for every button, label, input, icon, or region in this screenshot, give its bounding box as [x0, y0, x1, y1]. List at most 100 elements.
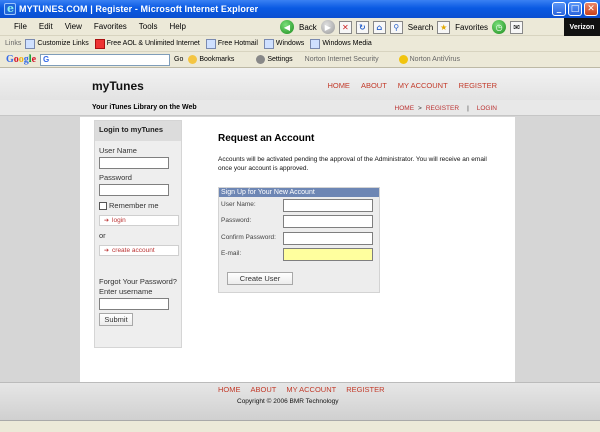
- create-account-label: create account: [112, 247, 155, 254]
- link-windows[interactable]: Windows: [263, 38, 305, 49]
- refresh-icon[interactable]: ↻: [355, 20, 369, 34]
- favorites-star-icon[interactable]: ★: [437, 20, 451, 34]
- forgot-username-input[interactable]: [99, 298, 169, 310]
- google-g-icon: G: [43, 55, 50, 64]
- link-aol[interactable]: Free AOL & Unlimited Internet: [94, 38, 200, 49]
- content-area: Login to myTunes User Name Password Reme…: [80, 117, 515, 382]
- bookmarks-button[interactable]: Bookmarks: [188, 55, 234, 64]
- breadcrumb-home[interactable]: HOME: [395, 105, 415, 112]
- links-bar: Links Customize Links Free AOL & Unlimit…: [0, 36, 600, 52]
- settings-label: Settings: [267, 56, 293, 63]
- link-customize[interactable]: Customize Links: [25, 38, 89, 49]
- footer-register[interactable]: REGISTER: [346, 385, 384, 394]
- status-bar: [0, 420, 600, 432]
- menu-favorites[interactable]: Favorites: [88, 22, 133, 31]
- signup-password-input[interactable]: [283, 215, 373, 228]
- login-button-label: login: [112, 217, 126, 224]
- remember-me-checkbox[interactable]: Remember me: [99, 201, 159, 210]
- signup-username-input[interactable]: [283, 199, 373, 212]
- norton-security-button[interactable]: Norton Internet Security: [305, 56, 379, 63]
- username-label: User Name: [99, 146, 137, 155]
- menu-edit[interactable]: Edit: [33, 22, 59, 31]
- link-label: Customize Links: [37, 40, 89, 47]
- enter-username-label: Enter username: [99, 287, 153, 296]
- link-hotmail[interactable]: Free Hotmail: [205, 38, 258, 49]
- signup-confirm-password-input[interactable]: [283, 232, 373, 245]
- breadcrumb-register[interactable]: REGISTER: [426, 105, 459, 112]
- forward-arrow-icon[interactable]: ▶: [320, 20, 335, 34]
- link-label: Windows: [275, 40, 305, 47]
- top-navigation: HOME ABOUT MY ACCOUNT REGISTER: [327, 81, 497, 90]
- signup-email-input[interactable]: [283, 248, 373, 261]
- login-button[interactable]: ➔ login: [99, 215, 179, 226]
- window-controls: _ □ ✕: [552, 2, 598, 16]
- menu-view[interactable]: View: [59, 22, 88, 31]
- search-icon[interactable]: ⚲: [389, 20, 403, 34]
- password-label: Password: [99, 173, 132, 182]
- nav-about[interactable]: ABOUT: [361, 81, 387, 90]
- su-email-label: E-mail:: [221, 250, 242, 257]
- menu-list: File Edit View Favorites Tools Help: [0, 22, 192, 31]
- page-icon: [310, 38, 321, 49]
- nav-register[interactable]: REGISTER: [459, 81, 497, 90]
- submit-button-label: Submit: [104, 315, 128, 324]
- nav-my-account[interactable]: MY ACCOUNT: [398, 81, 448, 90]
- submit-button[interactable]: Submit: [99, 313, 133, 326]
- back-button[interactable]: Back: [299, 23, 317, 32]
- su-username-label: User Name:: [221, 201, 256, 208]
- window-title: MYTUNES.COM | Register - Microsoft Inter…: [19, 4, 259, 14]
- history-icon[interactable]: ◷: [492, 20, 507, 34]
- home-icon[interactable]: ⌂: [372, 20, 386, 34]
- login-title: Login to myTunes: [95, 121, 181, 141]
- link-windows-media[interactable]: Windows Media: [310, 38, 372, 49]
- footer-about[interactable]: ABOUT: [251, 385, 277, 394]
- breadcrumb: HOME > REGISTER | LOGIN: [395, 105, 497, 112]
- settings-button[interactable]: Settings: [256, 55, 293, 64]
- register-title: Request an Account: [218, 133, 315, 144]
- maximize-button[interactable]: □: [568, 2, 582, 16]
- copyright-text: Copyright © 2006 BMR Technology: [237, 398, 339, 405]
- login-username-input[interactable]: [99, 157, 169, 169]
- nav-home[interactable]: HOME: [327, 81, 350, 90]
- create-user-button[interactable]: Create User: [227, 272, 293, 285]
- page-icon: [205, 38, 216, 49]
- menu-bar: File Edit View Favorites Tools Help ◀ Ba…: [0, 18, 600, 36]
- menu-file[interactable]: File: [8, 22, 33, 31]
- search-button[interactable]: Search: [408, 23, 433, 32]
- arrow-icon: ➔: [104, 218, 110, 224]
- window-titlebar: MYTUNES.COM | Register - Microsoft Inter…: [0, 0, 600, 18]
- footer-home[interactable]: HOME: [218, 385, 241, 394]
- norton-antivirus-label: Norton AntiVirus: [409, 56, 461, 63]
- site-logo[interactable]: myTunes: [92, 79, 144, 93]
- google-search-field: G: [40, 53, 171, 66]
- mail-icon[interactable]: ✉: [510, 20, 524, 34]
- footer-my-account[interactable]: MY ACCOUNT: [286, 385, 336, 394]
- norton-security-label: Norton Internet Security: [304, 56, 379, 63]
- aol-icon: [94, 38, 105, 49]
- stop-icon[interactable]: ✕: [338, 20, 352, 34]
- breadcrumb-login[interactable]: LOGIN: [477, 105, 497, 112]
- link-label: Windows Media: [322, 40, 372, 47]
- favorites-button[interactable]: Favorites: [455, 23, 488, 32]
- norton-icon: [398, 55, 408, 64]
- google-go-button[interactable]: Go: [174, 56, 183, 63]
- google-search-input[interactable]: [51, 54, 162, 65]
- login-panel: Login to myTunes User Name Password Reme…: [94, 120, 182, 348]
- menu-help[interactable]: Help: [163, 22, 191, 31]
- menu-tools[interactable]: Tools: [133, 22, 164, 31]
- su-confirm-label: Confirm Password:: [221, 234, 276, 241]
- login-password-input[interactable]: [99, 184, 169, 196]
- ie-logo-icon: [4, 2, 16, 15]
- nav-toolbar: ◀ Back ▶ ✕ ↻ ⌂ ⚲ Search ★ Favorites ◷ ✉: [280, 18, 524, 36]
- checkbox-icon[interactable]: [99, 201, 107, 210]
- google-logo: Google: [6, 54, 37, 65]
- register-description: Accounts will be activated pending the a…: [218, 156, 487, 172]
- norton-antivirus-button[interactable]: Norton AntiVirus: [398, 55, 461, 64]
- back-arrow-icon[interactable]: ◀: [280, 20, 294, 34]
- breadcrumb-separator: >: [418, 105, 422, 112]
- close-button[interactable]: ✕: [584, 2, 598, 16]
- links-label: Links: [5, 40, 22, 47]
- forgot-password-label: Forgot Your Password?: [99, 277, 177, 286]
- create-account-button[interactable]: ➔ create account: [99, 245, 179, 256]
- minimize-button[interactable]: _: [552, 2, 566, 16]
